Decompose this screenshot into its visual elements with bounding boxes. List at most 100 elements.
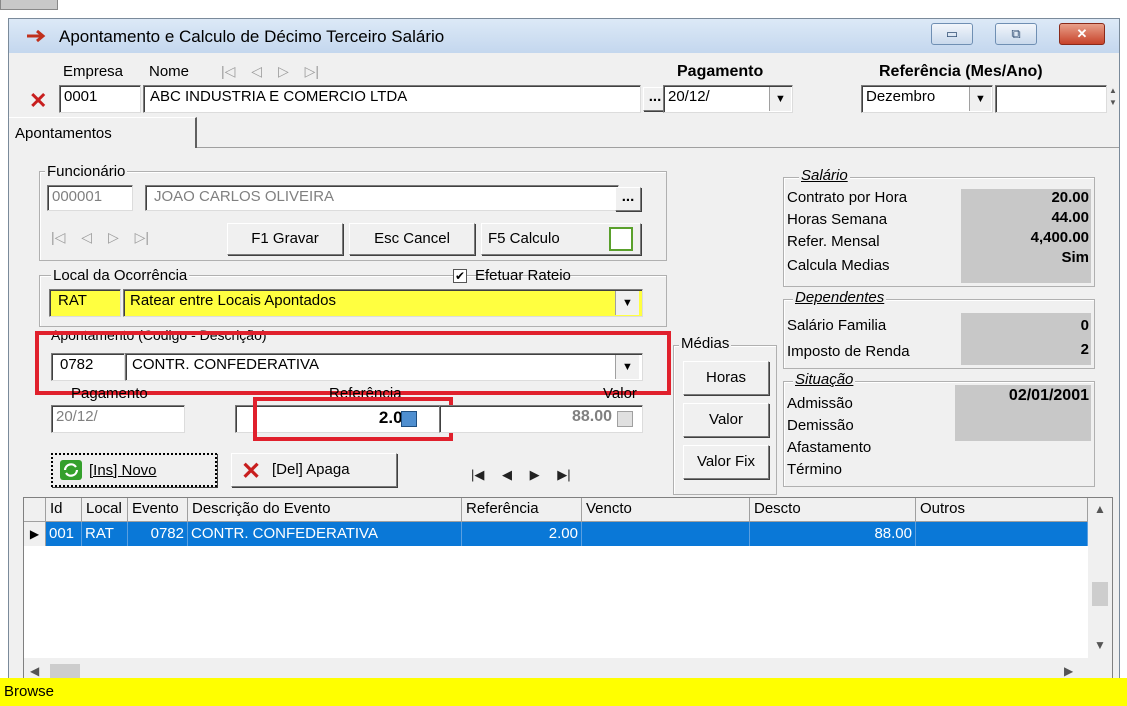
close-button[interactable]: ✕ xyxy=(1059,23,1105,45)
last-row-icon[interactable]: ▶| xyxy=(557,467,570,482)
salario-label-horas: Horas Semana xyxy=(787,211,888,228)
scroll-down-icon[interactable]: ▼ xyxy=(1088,638,1112,652)
col-evento[interactable]: Evento xyxy=(128,498,188,522)
salario-value-refer: 4,400.00 xyxy=(1030,229,1089,246)
vertical-scrollbar[interactable]: ▲ ▼ xyxy=(1088,498,1112,658)
funcionario-name-input[interactable]: JOAO CARLOS OLIVEIRA xyxy=(145,185,619,211)
scroll-h-thumb[interactable] xyxy=(50,664,80,678)
situacao-title: Situação xyxy=(793,371,856,388)
local-code-input[interactable]: RAT xyxy=(49,289,121,317)
scroll-left-icon[interactable]: ◀ xyxy=(30,664,39,678)
col-descto[interactable]: Descto xyxy=(750,498,916,522)
local-title: Local da Ocorrência xyxy=(51,267,190,284)
dependentes-title: Dependentes xyxy=(793,289,887,306)
maximize-button[interactable]: ⧉ xyxy=(995,23,1037,45)
dependentes-value-familia: 0 xyxy=(1080,317,1089,334)
last-record-icon[interactable]: ▷| xyxy=(305,63,319,79)
cell-evento: 0782 xyxy=(128,522,188,546)
tab-apontamentos[interactable]: Apontamentos xyxy=(9,117,197,148)
window-title: Apontamento e Calculo de Décimo Terceiro… xyxy=(59,27,445,46)
dependentes-label-ir: Imposto de Renda xyxy=(787,343,910,360)
valor-fix-button[interactable]: Valor Fix xyxy=(683,445,769,479)
salario-label-medias: Calcula Medias xyxy=(787,257,890,274)
calculo-status-icon xyxy=(609,227,633,251)
situacao-label-demissao: Demissão xyxy=(787,417,854,434)
next-row-icon[interactable]: ▶ xyxy=(530,467,540,482)
prev-employee-icon[interactable]: ◁ xyxy=(81,229,92,245)
situacao-label-afastamento: Afastamento xyxy=(787,439,872,456)
app-window: Apontamento e Calculo de Décimo Terceiro… xyxy=(8,18,1120,706)
cell-referencia: 2.00 xyxy=(462,522,582,546)
scroll-up-icon[interactable]: ▲ xyxy=(1088,502,1112,516)
rateio-checkbox[interactable]: ✔ xyxy=(453,269,467,283)
valor-calculator-icon[interactable] xyxy=(617,411,633,427)
col-id[interactable]: Id xyxy=(46,498,82,522)
first-record-icon[interactable]: |◁ xyxy=(221,63,235,79)
valor-input[interactable]: 88.00 xyxy=(439,405,643,433)
funcionario-code-input[interactable]: 000001 xyxy=(47,185,133,211)
funcionario-lookup-button[interactable]: ... xyxy=(615,187,641,211)
situacao-label-admissao: Admissão xyxy=(787,395,853,412)
row-pointer-icon: ▶ xyxy=(24,522,46,546)
annotation-box-referencia xyxy=(253,397,453,441)
situacao-label-termino: Término xyxy=(787,461,843,478)
scroll-thumb[interactable] xyxy=(1092,582,1108,606)
first-employee-icon[interactable]: |◁ xyxy=(51,229,65,245)
empresa-code-input[interactable]: 0001 xyxy=(59,85,141,113)
cell-local: RAT xyxy=(82,522,128,546)
table-row[interactable]: ▶ 001 RAT 0782 CONTR. CONFEDERATIVA 2.00… xyxy=(24,522,1088,546)
next-employee-icon[interactable]: ▷ xyxy=(108,229,119,245)
dependentes-value-ir: 2 xyxy=(1080,341,1089,358)
minimize-button[interactable]: ▭ xyxy=(931,23,973,45)
nome-label: Nome xyxy=(149,63,190,80)
apontamento-valor-label: Valor xyxy=(603,385,637,402)
delete-x-icon[interactable]: ✕ xyxy=(29,90,47,112)
col-referencia[interactable]: Referência xyxy=(462,498,582,522)
first-row-icon[interactable]: |◀ xyxy=(471,467,484,482)
apaga-label: [Del] Apaga xyxy=(272,461,350,478)
row-indicator-header xyxy=(24,498,46,522)
referencia-month-dropdown-icon[interactable]: ▼ xyxy=(969,87,991,111)
referencia-label: Referência (Mes/Ano) xyxy=(879,63,1043,80)
refresh-icon xyxy=(60,460,82,480)
next-record-icon[interactable]: ▷ xyxy=(278,63,289,79)
apontamento-pagamento-label: Pagamento xyxy=(71,385,148,402)
prev-row-icon[interactable]: ◀ xyxy=(502,467,512,482)
events-grid: Id Local Evento Descrição do Evento Refe… xyxy=(23,497,1113,685)
col-vencto[interactable]: Vencto xyxy=(582,498,750,522)
salario-value-horas: 44.00 xyxy=(1051,209,1089,226)
apontamento-pagamento-input[interactable]: 20/12/ xyxy=(51,405,185,433)
col-outros[interactable]: Outros xyxy=(916,498,1088,522)
scroll-right-icon[interactable]: ▶ xyxy=(1064,664,1073,678)
col-local[interactable]: Local xyxy=(82,498,128,522)
novo-label: [Ins] Novo xyxy=(89,462,157,479)
gravar-button[interactable]: F1 Gravar xyxy=(227,223,343,255)
calculo-label: F5 Calculo xyxy=(488,230,560,247)
pagamento-value: 20/12/ xyxy=(668,88,710,105)
valor-button[interactable]: Valor xyxy=(683,403,769,437)
horas-button[interactable]: Horas xyxy=(683,361,769,395)
delete-icon: ✕ xyxy=(241,458,262,485)
local-description-select[interactable]: Ratear entre Locais Apontados xyxy=(123,289,643,317)
rateio-label: Efetuar Rateio xyxy=(475,267,571,284)
cell-outros xyxy=(916,522,1088,546)
col-descricao[interactable]: Descrição do Evento xyxy=(188,498,462,522)
admissao-value: 02/01/2001 xyxy=(1008,387,1089,404)
dependentes-label-familia: Salário Familia xyxy=(787,317,887,334)
top-stub xyxy=(0,0,58,10)
prev-record-icon[interactable]: ◁ xyxy=(251,63,262,79)
salario-title: Salário xyxy=(799,167,850,184)
empresa-name-input[interactable]: ABC INDUSTRIA E COMERCIO LTDA xyxy=(143,85,641,113)
title-bar: Apontamento e Calculo de Décimo Terceiro… xyxy=(9,19,1119,53)
local-dropdown-icon[interactable]: ▼ xyxy=(615,291,639,315)
referencia-year-input[interactable] xyxy=(995,85,1107,113)
cancel-button[interactable]: Esc Cancel xyxy=(349,223,475,255)
pagamento-dropdown-icon[interactable]: ▼ xyxy=(769,87,791,111)
referencia-month-value: Dezembro xyxy=(866,88,936,105)
record-nav: |◀ ◀ ▶ ▶| xyxy=(471,467,571,483)
cell-descricao: CONTR. CONFEDERATIVA xyxy=(188,522,462,546)
last-employee-icon[interactable]: ▷| xyxy=(135,229,149,245)
empresa-label: Empresa xyxy=(63,63,124,80)
pagamento-label: Pagamento xyxy=(677,63,764,80)
year-spinner-icon[interactable]: ▲ ▼ xyxy=(1109,85,1119,113)
